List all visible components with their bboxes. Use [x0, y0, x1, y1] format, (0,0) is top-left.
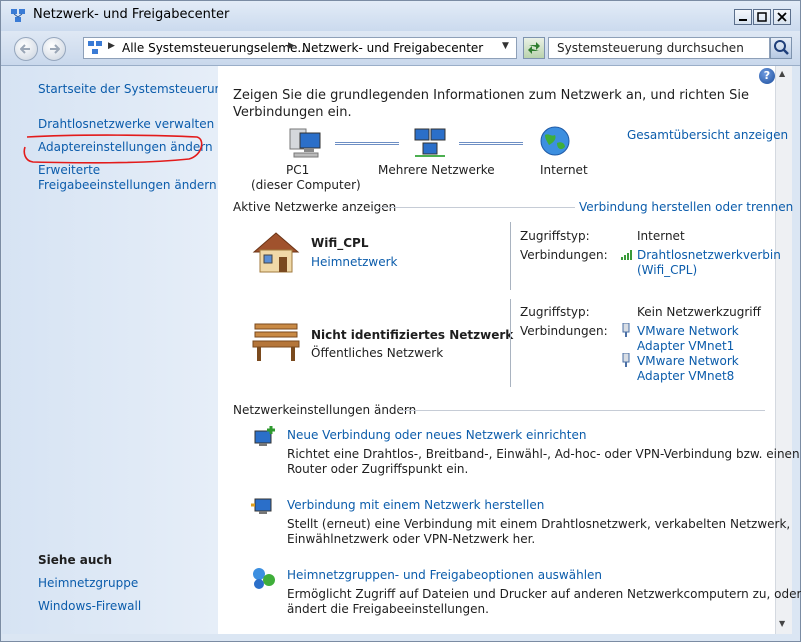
sidebar-link-firewall[interactable]: Windows-Firewall [38, 599, 141, 613]
network1-name: Wifi_CPL [311, 236, 369, 250]
title-bar[interactable]: Netzwerk- und Freigabecenter [1, 1, 800, 31]
connect-disconnect-link[interactable]: Verbindung herstellen oder trennen [579, 200, 793, 214]
breadcrumb-separator-icon[interactable]: ▶ [288, 41, 295, 51]
refresh-button[interactable] [523, 37, 545, 59]
network2-name: Nicht identifiziertes Netzwerk [311, 328, 514, 342]
breadcrumb-item-all-control-panel[interactable]: Alle Systemsteuerungseleme... [122, 41, 309, 55]
intro-text-line1: Zeigen Sie die grundlegenden Information… [233, 88, 749, 103]
control-panel-icon [88, 41, 102, 54]
section-divider [379, 207, 575, 208]
home-network-icon[interactable] [251, 230, 301, 274]
refresh-icon [528, 42, 540, 54]
task-homegroup-desc2: ändert die Freigabeeinstellungen. [287, 602, 489, 616]
search-button[interactable] [770, 37, 792, 59]
map-connector-line [459, 142, 523, 145]
close-button[interactable] [773, 9, 791, 25]
minimize-icon [739, 19, 747, 21]
search-icon [774, 40, 789, 55]
back-button[interactable] [14, 37, 38, 61]
network-divider [510, 299, 511, 387]
vmnet1-connection-link-2[interactable]: Adapter VMnet1 [637, 339, 734, 353]
breadcrumb-separator-icon[interactable]: ▶ [108, 41, 115, 51]
multiple-networks-icon[interactable] [413, 127, 447, 159]
network-center-icon [11, 9, 25, 22]
minimize-button[interactable] [734, 9, 752, 25]
ethernet-adapter-icon [622, 353, 630, 367]
pc-name: PC1 [286, 163, 310, 177]
vmnet8-connection-link[interactable]: VMware Network [637, 354, 739, 368]
new-connection-icon[interactable] [251, 425, 277, 449]
task-new-connection-desc1: Richtet eine Drahtlos-, Breitband-, Einw… [287, 447, 800, 461]
vmnet1-connection-link[interactable]: VMware Network [637, 324, 739, 338]
network2-connections-label: Verbindungen: [520, 324, 608, 338]
active-networks-heading: Aktive Netzwerke anzeigen [233, 200, 397, 214]
wireless-connection-link-2[interactable]: (Wifi_CPL) [637, 263, 697, 277]
network2-access-value: Kein Netzwerkzugriff [637, 305, 761, 319]
wireless-connection-link[interactable]: Drahtlosnetzwerkverbin [637, 248, 781, 262]
forward-button[interactable] [42, 37, 66, 61]
help-icon[interactable]: ? [759, 68, 775, 84]
vmnet8-connection-link-2[interactable]: Adapter VMnet8 [637, 369, 734, 383]
vertical-scrollbar[interactable]: ▲ ▼ [775, 66, 792, 634]
network1-access-value: Internet [637, 229, 685, 243]
internet-globe-icon[interactable] [539, 125, 571, 157]
sidebar-link-advanced-sharing-2[interactable]: Freigabeeinstellungen ändern [38, 178, 217, 192]
sidebar-link-homegroup[interactable]: Heimnetzgruppe [38, 576, 138, 590]
network-label: Mehrere Netzwerke [378, 163, 495, 177]
ethernet-adapter-icon [622, 323, 630, 337]
homegroup-sharing-icon[interactable] [251, 566, 277, 590]
pc-subtitle: (dieser Computer) [251, 178, 361, 192]
sidebar-link-advanced-sharing-1[interactable]: Erweiterte [38, 163, 100, 177]
task-homegroup-link[interactable]: Heimnetzgruppen- und Freigabeoptionen au… [287, 568, 602, 582]
see-also-heading: Siehe auch [38, 553, 113, 567]
breadcrumb-item-network-center[interactable]: Netzwerk- und Freigabecenter [302, 41, 483, 55]
red-highlight-mark [23, 134, 203, 164]
settings-heading: Netzwerkeinstellungen ändern [233, 403, 417, 417]
section-divider [398, 410, 765, 411]
task-new-connection-desc2: Router oder Zugriffspunkt ein. [287, 462, 469, 476]
breadcrumb[interactable]: ▶ Alle Systemsteuerungseleme... ▶ Netzwe… [83, 37, 517, 59]
connect-network-icon[interactable] [251, 495, 277, 519]
task-new-connection-link[interactable]: Neue Verbindung oder neues Netzwerk einr… [287, 428, 586, 442]
task-connect-network-desc1: Stellt (erneut) eine Verbindung mit eine… [287, 517, 791, 531]
network1-access-label: Zugriffstyp: [520, 229, 590, 243]
forward-arrow-icon [50, 44, 60, 54]
sidebar-link-control-panel-home[interactable]: Startseite der Systemsteuerung [38, 82, 230, 96]
window-title: Netzwerk- und Freigabecenter [33, 7, 230, 22]
maximize-button[interactable] [753, 9, 771, 25]
window: Netzwerk- und Freigabecenter ▶ Alle Syst… [0, 0, 801, 642]
search-input[interactable]: Systemsteuerung durchsuchen [548, 37, 770, 59]
search-placeholder: Systemsteuerung durchsuchen [557, 41, 744, 55]
computer-icon[interactable] [288, 127, 322, 159]
task-homegroup-desc1: Ermöglicht Zugriff auf Dateien und Druck… [287, 587, 801, 601]
history-dropdown-icon[interactable]: ▼ [502, 41, 509, 51]
back-arrow-icon [20, 44, 30, 54]
network1-type-link[interactable]: Heimnetzwerk [311, 255, 398, 269]
network2-type: Öffentliches Netzwerk [311, 346, 444, 360]
network2-access-label: Zugriffstyp: [520, 305, 590, 319]
address-bar: ▶ Alle Systemsteuerungseleme... ▶ Netzwe… [1, 31, 800, 66]
task-connect-network-link[interactable]: Verbindung mit einem Netzwerk herstellen [287, 498, 544, 512]
intro-text-line2: Verbindungen ein. [233, 105, 352, 120]
maximize-icon [757, 12, 767, 22]
scroll-up-icon[interactable]: ▲ [779, 69, 785, 78]
public-network-bench-icon[interactable] [251, 321, 301, 363]
internet-label: Internet [540, 163, 588, 177]
wireless-signal-icon [621, 250, 632, 260]
map-connector-line [335, 142, 399, 145]
scroll-down-icon[interactable]: ▼ [779, 619, 785, 628]
task-connect-network-desc2: Einwählnetzwerk oder VPN-Netzwerk her. [287, 532, 536, 546]
close-icon [777, 12, 787, 22]
full-map-link[interactable]: Gesamtübersicht anzeigen [627, 128, 788, 142]
network1-connections-label: Verbindungen: [520, 248, 608, 262]
network-divider [510, 222, 511, 290]
sidebar-link-manage-wireless[interactable]: Drahtlosnetzwerke verwalten [38, 117, 214, 131]
